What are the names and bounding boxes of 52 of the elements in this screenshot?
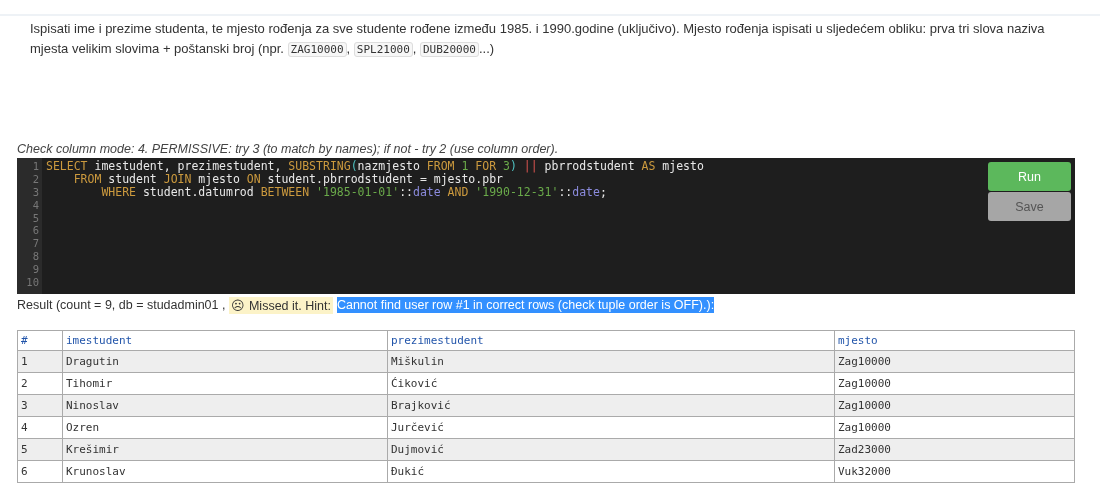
line-number: 4 — [31, 198, 40, 212]
table-cell: 4 — [17, 416, 63, 439]
save-button[interactable]: Save — [988, 192, 1071, 221]
table-cell: Krešimir — [62, 438, 388, 461]
line-number: 5 — [31, 211, 40, 225]
table-cell: Miškulin — [387, 350, 835, 373]
check-mode-note: Check column mode: 4. PERMISSIVE: try 3 (to match by names); if not - try 2 (use column order). — [17, 142, 560, 156]
line-number: 8 — [31, 250, 40, 264]
table-cell: Dujmović — [387, 438, 835, 461]
table-cell: Zag10000 — [834, 394, 1075, 417]
table-cell: 6 — [17, 460, 63, 483]
code-example: SPL21000 — [353, 42, 413, 57]
table-cell: Tihomir — [62, 372, 388, 395]
line-number: 7 — [31, 237, 40, 251]
task-description: Ispisati ime i prezime studenta, te mjesto rođenja za sve studente rođene između 1985. i 1990.godine (uključivo). Mjesto rođenja ispisati u sljedećem obliku: prva tri slova naziva mjesta velikim slovima + poštanski broj (npr. ZAG10000 , SPL21000 , DUB20000 ...) — [30, 20, 1046, 59]
table-cell: Krunoslav — [62, 460, 388, 483]
hint-text: Cannot find user row #1 in correct rows (check tuple order is OFF).): — [336, 297, 715, 313]
line-number: 1 — [31, 160, 40, 173]
line-number: 10 — [25, 276, 40, 289]
table-cell: Ninoslav — [62, 394, 388, 417]
code-example: ZAG10000 — [287, 42, 347, 57]
line-number: 9 — [31, 263, 40, 276]
code-line: SELECT imestudent, prezimestudent, SUBSTRING(nazmjesto FROM 1 FOR 3) || pbrrodstudent AS mjesto — [46, 160, 704, 173]
code-editor[interactable] — [17, 158, 1075, 294]
table-cell: Ćiković — [387, 372, 835, 395]
table-cell: 3 — [17, 394, 63, 417]
table-cell: Brajković — [387, 394, 835, 417]
run-button[interactable]: Run — [988, 162, 1071, 191]
table-cell: 2 — [17, 372, 63, 395]
column-header: mjesto — [834, 330, 1075, 351]
table-cell: Vuk32000 — [834, 460, 1075, 483]
table-cell: Ozren — [62, 416, 388, 439]
table-cell: Đukić — [387, 460, 835, 483]
line-number: 3 — [31, 185, 40, 199]
code-line: FROM student JOIN mjesto ON student.pbrrodstudent = mjesto.pbr — [72, 172, 504, 186]
table-cell: Zag10000 — [834, 350, 1075, 373]
column-header: # — [17, 330, 63, 351]
column-header: imestudent — [62, 330, 388, 351]
missed-message: ☹ Missed it. Hint: — [229, 296, 333, 314]
code-line: WHERE student.datumrod BETWEEN '1985-01-01'::date AND '1990-12-31'::date; — [100, 185, 608, 199]
table-cell: Zag10000 — [834, 416, 1075, 439]
table-cell: Zad23000 — [834, 438, 1075, 461]
table-cell: 5 — [17, 438, 63, 461]
result-summary: Result (count = 9, db = studadmin01 , — [17, 298, 226, 312]
table-cell: 1 — [17, 350, 63, 373]
column-header: prezimestudent — [387, 330, 835, 351]
line-number: 2 — [31, 172, 40, 186]
line-number: 6 — [31, 224, 40, 238]
table-cell: Dragutin — [62, 350, 388, 373]
table-cell: Zag10000 — [834, 372, 1075, 395]
code-example: DUB20000 — [420, 42, 479, 57]
table-cell: Jurčević — [387, 416, 835, 439]
